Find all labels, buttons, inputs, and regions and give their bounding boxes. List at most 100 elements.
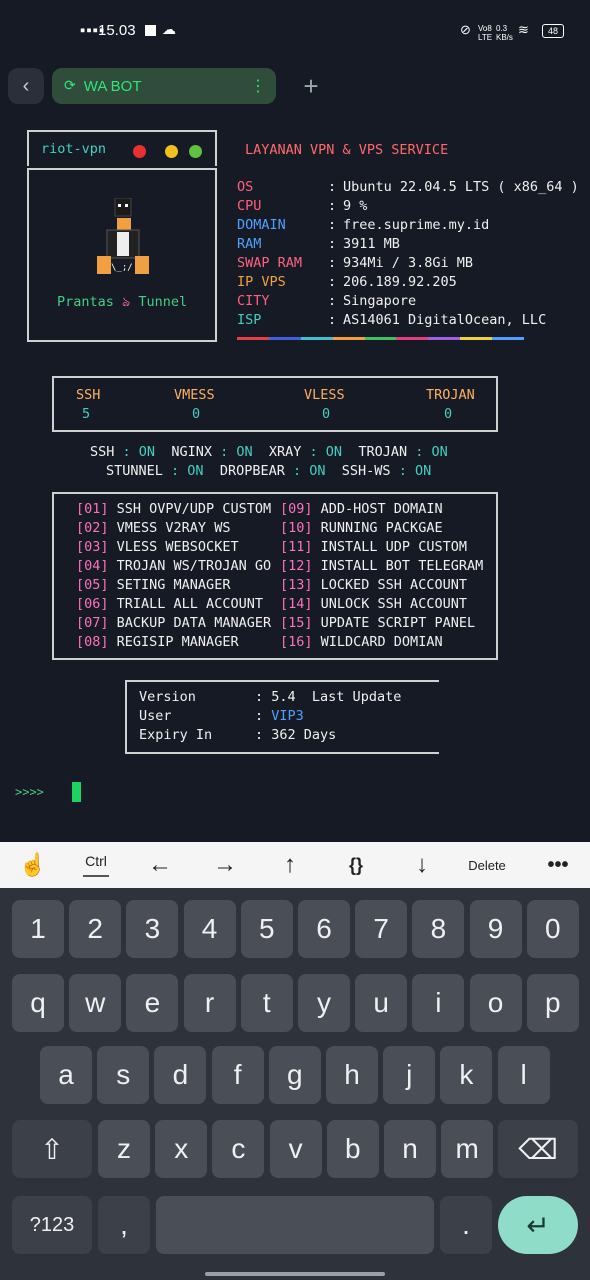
sysinfo-colon: :	[328, 236, 337, 252]
home-indicator[interactable]	[205, 1272, 385, 1276]
arrow-up-icon[interactable]: ↑	[260, 842, 320, 888]
key-2[interactable]: 2	[69, 900, 122, 958]
ctrl-key[interactable]: Ctrl	[66, 842, 126, 888]
menu-label: UPDATE SCRIPT PANEL	[320, 615, 476, 631]
touch-gesture-icon[interactable]: ☝	[0, 842, 66, 888]
backspace-icon[interactable]: ⌫	[498, 1120, 578, 1178]
key-i[interactable]: i	[412, 974, 465, 1032]
menu-label: SETING MANAGER	[116, 577, 231, 593]
key-n[interactable]: n	[384, 1120, 436, 1178]
key-3[interactable]: 3	[126, 900, 179, 958]
account-count: 0	[192, 406, 201, 422]
key-q[interactable]: q	[12, 974, 64, 1032]
shell-prompt: >>>>	[15, 785, 44, 799]
arrow-down-icon[interactable]: ↓	[392, 842, 452, 888]
menu-item[interactable]: [07] BACKUP DATA MANAGER	[76, 614, 271, 633]
key-s[interactable]: s	[97, 1046, 150, 1104]
enter-key[interactable]: ↵	[498, 1196, 578, 1254]
menu-label: INSTALL BOT TELEGRAM	[320, 558, 484, 574]
key-4[interactable]: 4	[183, 900, 236, 958]
brand-label: Prantas ঌ Tunnel	[57, 294, 188, 310]
comma-key[interactable]: ,	[98, 1196, 150, 1254]
text-cursor[interactable]	[72, 782, 81, 802]
menu-number: [02]	[76, 520, 109, 536]
key-6[interactable]: 6	[298, 900, 350, 958]
key-0[interactable]: 0	[526, 900, 579, 958]
key-l[interactable]: l	[497, 1046, 550, 1104]
sysinfo-value: Ubuntu 22.04.5 LTS ( x86_64 )	[343, 179, 579, 195]
braces-key[interactable]: {}	[326, 842, 386, 888]
key-c[interactable]: c	[212, 1120, 265, 1178]
key-v[interactable]: v	[269, 1120, 322, 1178]
more-icon[interactable]: •••	[526, 842, 590, 888]
shift-key[interactable]: ⇧	[12, 1120, 92, 1178]
key-f[interactable]: f	[211, 1046, 264, 1104]
version-box: Version : 5.4 Last Update User : VIP3 Ex…	[125, 680, 439, 754]
service-state: ON	[414, 463, 432, 479]
session-tab[interactable]: ⟳ WA BOT ⋮	[52, 68, 276, 104]
menu-item[interactable]: [15] UPDATE SCRIPT PANEL	[280, 614, 475, 633]
key-9[interactable]: 9	[469, 900, 522, 958]
key-a[interactable]: a	[40, 1046, 92, 1104]
key-o[interactable]: o	[469, 974, 522, 1032]
menu-number: [07]	[76, 615, 109, 631]
logo-header-box: riot-vpn	[27, 130, 217, 166]
key-t[interactable]: t	[240, 974, 293, 1032]
sysinfo-colon: :	[328, 217, 337, 233]
menu-item[interactable]: [05] SETING MANAGER	[76, 576, 230, 595]
key-k[interactable]: k	[440, 1046, 493, 1104]
key-g[interactable]: g	[268, 1046, 321, 1104]
menu-item[interactable]: [06] TRIALL ALL ACCOUNT	[76, 595, 263, 614]
menu-item[interactable]: [13] LOCKED SSH ACCOUNT	[280, 576, 467, 595]
menu-item[interactable]: [08] REGISIP MANAGER	[76, 633, 239, 652]
period-key[interactable]: .	[440, 1196, 492, 1254]
back-button[interactable]: ‹	[8, 68, 44, 104]
menu-item[interactable]: [11] INSTALL UDP CUSTOM	[280, 538, 467, 557]
service-name: XRAY	[268, 444, 302, 460]
key-p[interactable]: p	[526, 974, 579, 1032]
delete-key[interactable]: Delete	[456, 842, 518, 888]
menu-item[interactable]: [04] TROJAN WS/TROJAN GO	[76, 557, 271, 576]
menu-label: WILDCARD DOMIAN	[320, 634, 443, 650]
space-bar[interactable]	[156, 1196, 434, 1254]
arrow-right-icon[interactable]: →	[195, 842, 255, 888]
symbols-key[interactable]: ?123	[12, 1196, 92, 1254]
tab-title: WA BOT	[83, 77, 142, 95]
sysinfo-value: AS14061 DigitalOcean, LLC	[343, 312, 547, 328]
green-dot-icon	[189, 145, 202, 158]
key-e[interactable]: e	[126, 974, 179, 1032]
key-x[interactable]: x	[155, 1120, 208, 1178]
key-h[interactable]: h	[326, 1046, 378, 1104]
menu-item[interactable]: [14] UNLOCK SSH ACCOUNT	[280, 595, 467, 614]
menu-item[interactable]: [01] SSH OVPV/UDP CUSTOM	[76, 500, 271, 519]
key-7[interactable]: 7	[355, 900, 408, 958]
menu-item[interactable]: [02] VMESS V2RAY WS	[76, 519, 230, 538]
key-d[interactable]: d	[154, 1046, 207, 1104]
tab-menu-icon[interactable]: ⋮	[250, 76, 266, 96]
menu-item[interactable]: [09] ADD-HOST DOMAIN	[280, 500, 443, 519]
key-m[interactable]: m	[441, 1120, 494, 1178]
key-1[interactable]: 1	[12, 900, 64, 958]
key-8[interactable]: 8	[412, 900, 465, 958]
menu-label: RUNNING PACKGAE	[320, 520, 443, 536]
arrow-left-icon[interactable]: ←	[130, 842, 190, 888]
key-j[interactable]: j	[383, 1046, 436, 1104]
service-name: NGINX	[171, 444, 212, 460]
key-y[interactable]: y	[298, 974, 350, 1032]
key-5[interactable]: 5	[240, 900, 293, 958]
menu-label: LOCKED SSH ACCOUNT	[320, 577, 467, 593]
expiry-label: Expiry In	[139, 727, 213, 743]
service-status: NGINX : ON	[171, 444, 252, 460]
menu-item[interactable]: [10] RUNNING PACKGAE	[280, 519, 443, 538]
key-w[interactable]: w	[69, 974, 122, 1032]
menu-item[interactable]: [03] VLESS WEBSOCKET	[76, 538, 239, 557]
new-tab-button[interactable]: +	[296, 68, 326, 104]
key-z[interactable]: z	[98, 1120, 150, 1178]
key-r[interactable]: r	[183, 974, 236, 1032]
key-b[interactable]: b	[326, 1120, 379, 1178]
key-u[interactable]: u	[355, 974, 408, 1032]
service-name: TROJAN	[358, 444, 408, 460]
menu-item[interactable]: [16] WILDCARD DOMIAN	[280, 633, 443, 652]
menu-item[interactable]: [12] INSTALL BOT TELEGRAM	[280, 557, 483, 576]
version-row: Version	[139, 689, 196, 705]
